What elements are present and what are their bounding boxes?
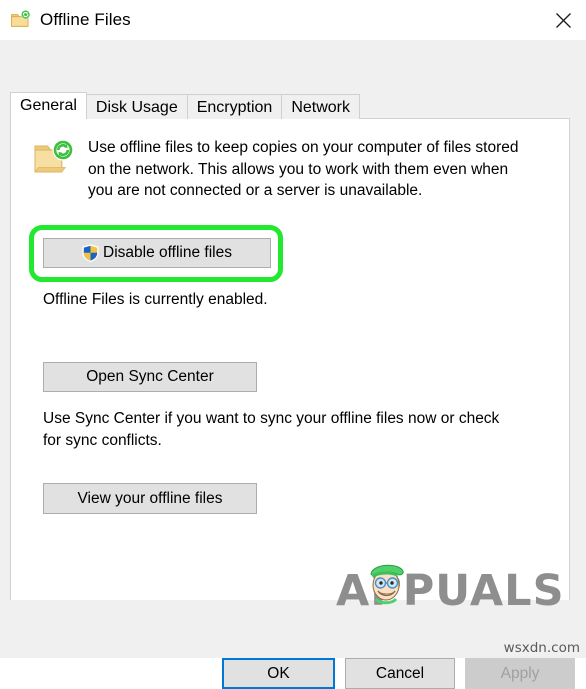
sync-center-description: Use Sync Center if you want to sync your… — [43, 410, 500, 449]
tab-encryption[interactable]: Encryption — [186, 94, 283, 119]
apply-label: Apply — [500, 664, 540, 682]
tab-general[interactable]: General — [10, 92, 87, 119]
offline-files-status-text: Offline Files is currently enabled. — [43, 291, 268, 308]
tab-strip: General Disk Usage Encryption Network — [10, 92, 570, 119]
offline-files-folder-icon — [10, 9, 32, 31]
disable-offline-files-label: Disable offline files — [103, 244, 232, 261]
tab-network[interactable]: Network — [281, 94, 361, 119]
dialog-footer — [0, 600, 586, 658]
view-offline-files-label: View your offline files — [77, 489, 223, 507]
open-sync-center-label: Open Sync Center — [86, 368, 214, 385]
apply-button: Apply — [465, 658, 575, 689]
cancel-button[interactable]: Cancel — [345, 658, 455, 689]
ok-button[interactable]: OK — [222, 658, 335, 689]
offline-files-folder-icon — [33, 139, 75, 177]
view-offline-files-button[interactable]: View your offline files — [43, 483, 257, 514]
dialog-body: General Disk Usage Encryption Network Us… — [0, 40, 586, 689]
cancel-label: Cancel — [375, 664, 425, 682]
ok-label: OK — [267, 664, 290, 682]
intro-description: Use offline files to keep copies on your… — [88, 139, 519, 199]
close-icon[interactable] — [540, 0, 586, 40]
window-title: Offline Files — [40, 10, 131, 29]
offline-files-dialog: Offline Files General Disk Usage Encrypt… — [0, 0, 586, 689]
tab-panel-general: Use offline files to keep copies on your… — [10, 118, 570, 638]
uac-shield-icon — [82, 244, 99, 262]
tab-disk-usage[interactable]: Disk Usage — [85, 94, 188, 119]
disable-offline-files-button[interactable]: Disable offline files — [43, 238, 271, 268]
title-bar: Offline Files — [0, 0, 586, 40]
intro-block: Use offline files to keep copies on your… — [33, 137, 553, 202]
open-sync-center-button[interactable]: Open Sync Center — [43, 362, 257, 392]
